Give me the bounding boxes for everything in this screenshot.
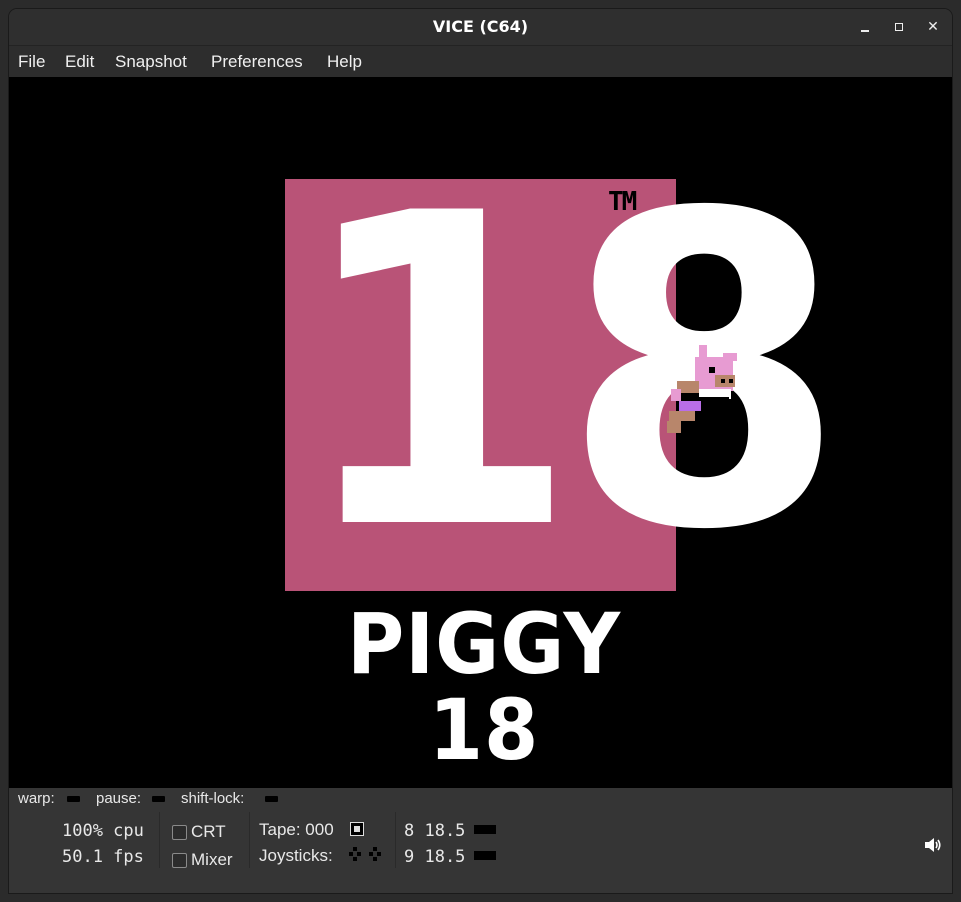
menu-bar: File Edit Snapshot Preferences Help [9,46,952,77]
mixer-checkbox[interactable] [172,853,187,868]
menu-preferences[interactable]: Preferences [211,46,303,77]
drive-8-led [474,825,496,834]
menu-help[interactable]: Help [327,46,362,77]
maximize-icon [895,23,903,31]
joystick-icon[interactable] [348,846,386,862]
minimize-icon [861,30,869,32]
drive-8-status[interactable]: 8 18.5 [404,821,465,841]
speaker-icon[interactable] [924,837,942,853]
warp-label: warp: [18,790,55,807]
fps-display: 50.1 fps [62,847,144,867]
drive-9-led [474,851,496,860]
crt-label: CRT [191,822,226,841]
trademark-mark: TM [608,187,637,217]
logo-number: 18 [294,124,846,624]
status-bar: warp: pause: shift-lock: 100% cpu 50.1 f… [9,788,952,893]
joysticks-label: Joysticks: [259,846,333,865]
window-title: VICE (C64) [432,17,529,36]
pig-sprite-icon [667,345,737,433]
status-divider [159,812,160,868]
status-divider [249,812,250,868]
maximize-button[interactable] [888,16,910,38]
logo-square: 18 TM [285,124,846,624]
cpu-usage: 100% cpu [62,821,144,841]
emulator-screen[interactable]: 18 TM PIGGY 18 [9,77,952,788]
crt-checkbox[interactable] [172,825,187,840]
shift-lock-led[interactable] [265,796,278,802]
vice-window: VICE (C64) ✕ File Edit Snapshot Preferen… [9,9,952,893]
close-icon: ✕ [927,19,939,35]
pause-led[interactable] [152,796,165,802]
menu-edit[interactable]: Edit [65,46,94,77]
close-button[interactable]: ✕ [922,16,944,38]
game-title: PIGGY 18 [346,595,622,779]
tape-status-icon[interactable] [350,822,364,836]
shift-lock-label: shift-lock: [181,790,245,807]
pause-label: pause: [96,790,142,807]
mixer-label: Mixer [191,850,233,869]
minimize-button[interactable] [854,16,876,38]
warp-led[interactable] [67,796,80,802]
drive-9-status[interactable]: 9 18.5 [404,847,465,867]
title-bar[interactable]: VICE (C64) ✕ [9,9,952,46]
status-divider [395,812,396,868]
menu-snapshot[interactable]: Snapshot [115,46,187,77]
tape-counter[interactable]: Tape: 000 [259,820,334,840]
menu-file[interactable]: File [18,46,45,77]
